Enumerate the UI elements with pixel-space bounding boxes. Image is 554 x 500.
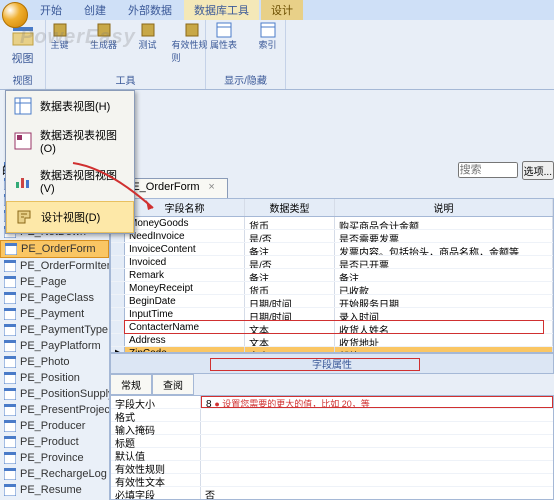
prop-row[interactable]: 格式	[111, 409, 553, 422]
search-input[interactable]	[458, 162, 518, 178]
field-row[interactable]: InputTime日期/时间录入时间	[111, 308, 553, 321]
prop-row[interactable]: 必填字段否	[111, 487, 553, 500]
prop-row[interactable]: 有效性文本	[111, 474, 553, 487]
view-dropdown-menu: 数据表视图(H)数据透视表视图(O)数据透视图视图(V)设计视图(D)	[5, 90, 135, 234]
field-row[interactable]: BeginDate日期/时间开始服务日期	[111, 295, 553, 308]
props-tab-0[interactable]: 常规	[110, 374, 152, 395]
nav-table[interactable]: PE_Producer	[0, 418, 109, 434]
nav-table[interactable]: PE_OrderForm	[0, 240, 109, 258]
nav-table[interactable]: PE_PageClass	[0, 290, 109, 306]
nav-table[interactable]: PE_Payment	[0, 306, 109, 322]
nav-table[interactable]: PE_Position	[0, 370, 109, 386]
ribbon-tool[interactable]: 生成器	[84, 22, 124, 64]
prop-row[interactable]: 有效性规则	[111, 461, 553, 474]
nav-table[interactable]: PE_OrderFormItem	[0, 258, 109, 274]
nav-table[interactable]: PE_Resume	[0, 482, 109, 498]
ribbon-bar: 视图 视图 主键生成器测试有效性规则 工具 属性表索引 显示/隐藏	[0, 20, 554, 90]
properties-header: 字段属性	[110, 353, 554, 374]
field-row[interactable]: Address文本收货地址	[111, 334, 553, 347]
field-row[interactable]: InvoiceContent备注发票内容。包括抬头，商品名称，金额等	[111, 243, 553, 256]
field-row[interactable]: MoneyReceipt货币已收款	[111, 282, 553, 295]
field-row[interactable]: ContacterName文本收货人姓名	[111, 321, 553, 334]
prop-row[interactable]: 默认值	[111, 448, 553, 461]
nav-table[interactable]: PE_PaymentType	[0, 322, 109, 338]
nav-table[interactable]: PE_PayPlatform	[0, 338, 109, 354]
view-menu-item-1[interactable]: 数据透视表视图(O)	[6, 121, 134, 161]
field-row[interactable]: NeedInvoice是/否是否需要发票	[111, 230, 553, 243]
ribbon-tab-4[interactable]: 设计	[261, 0, 303, 20]
ribbon-tool[interactable]: 测试	[128, 22, 168, 64]
nav-table[interactable]: PE_Product	[0, 434, 109, 450]
ribbon-tab-0[interactable]: 开始	[30, 0, 72, 20]
prop-row[interactable]: 输入掩码	[111, 422, 553, 435]
nav-table[interactable]: PE_Photo	[0, 354, 109, 370]
options-button[interactable]: 选项...	[522, 161, 554, 180]
nav-table[interactable]: PE_Page	[0, 274, 109, 290]
view-menu-item-2[interactable]: 数据透视图视图(V)	[6, 161, 134, 201]
ribbon-tab-2[interactable]: 外部数据	[118, 0, 182, 20]
field-grid: 字段名称 数据类型 说明 MoneyGoods货币购买商品合计金额NeedInv…	[110, 198, 554, 353]
prop-row[interactable]: 标题	[111, 435, 553, 448]
office-orb[interactable]	[2, 2, 28, 28]
ribbon-tab-3[interactable]: 数据库工具	[184, 0, 259, 20]
field-row[interactable]: MoneyGoods货币购买商品合计金额	[111, 217, 553, 230]
ribbon-tab-1[interactable]: 创建	[74, 0, 116, 20]
field-row[interactable]: Remark备注备注	[111, 269, 553, 282]
view-menu-item-0[interactable]: 数据表视图(H)	[6, 91, 134, 121]
ribbon-showhide[interactable]: 属性表	[204, 22, 244, 51]
properties-grid: 字段大小8 ● 设置您需要的更大的值，比如 20，等格式输入掩码标题默认值有效性…	[110, 395, 554, 500]
ribbon-showhide[interactable]: 索引	[248, 22, 288, 51]
nav-table[interactable]: PE_RechargeLog	[0, 466, 109, 482]
nav-table[interactable]: PE_PresentProject	[0, 402, 109, 418]
nav-table[interactable]: PE_PositionSupplyInfo	[0, 386, 109, 402]
view-button[interactable]: 视图	[9, 22, 37, 68]
close-icon[interactable]: ×	[208, 181, 214, 193]
field-row[interactable]: Invoiced是/否是否已开票	[111, 256, 553, 269]
ribbon-tool[interactable]: 主键	[40, 22, 80, 64]
prop-row[interactable]: 字段大小8 ● 设置您需要的更大的值，比如 20，等	[111, 396, 553, 409]
ribbon-tabbar: 开始创建外部数据数据库工具设计	[0, 0, 554, 20]
nav-table[interactable]: PE_Province	[0, 450, 109, 466]
view-menu-item-3[interactable]: 设计视图(D)	[6, 201, 134, 233]
props-tab-1[interactable]: 查阅	[152, 374, 194, 395]
